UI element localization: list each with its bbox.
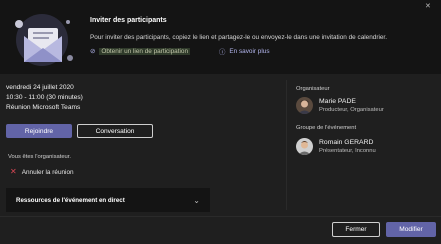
organizer-heading: Organisateur bbox=[296, 86, 330, 92]
group-member-person: Romain GERARD Présentateur, Inconnu bbox=[296, 138, 376, 155]
banner-title: Inviter des participants bbox=[90, 17, 167, 24]
member-role: Présentateur, Inconnu bbox=[319, 148, 376, 154]
get-join-link-button[interactable]: ⊘ Obtenir un lien de participation bbox=[90, 47, 191, 55]
learn-more-label: En savoir plus bbox=[229, 48, 270, 55]
info-icon: ⓘ bbox=[219, 49, 226, 56]
meeting-date: vendredi 24 juillet 2020 bbox=[6, 84, 74, 91]
edit-button[interactable]: Modifier bbox=[386, 222, 436, 237]
divider bbox=[286, 80, 287, 210]
live-event-resources-expander[interactable]: Ressources de l'événement en direct ⌄ bbox=[6, 188, 210, 212]
member-name: Romain GERARD bbox=[319, 139, 374, 146]
meeting-type: Réunion Microsoft Teams bbox=[6, 104, 81, 111]
organizer-person: Marie PADE Producteur, Organisateur bbox=[296, 97, 384, 114]
event-group-heading: Groupe de l'événement bbox=[296, 125, 357, 131]
resources-label: Ressources de l'événement en direct bbox=[16, 196, 125, 204]
cancel-meeting-button[interactable]: ✕ Annuler la réunion bbox=[10, 168, 74, 176]
cancel-icon: ✕ bbox=[10, 167, 17, 176]
invite-envelope-illustration bbox=[15, 14, 73, 66]
invite-banner: ✕ Inviter des participants Pour inviter … bbox=[0, 0, 441, 74]
chevron-down-icon: ⌄ bbox=[193, 195, 200, 205]
learn-more-link[interactable]: ⓘ En savoir plus bbox=[219, 47, 270, 56]
banner-description: Pour inviter des participants, copiez le… bbox=[90, 34, 387, 41]
close-icon[interactable]: ✕ bbox=[425, 3, 431, 10]
avatar bbox=[296, 138, 313, 155]
cancel-meeting-label: Annuler la réunion bbox=[21, 168, 74, 176]
meeting-time: 10:30 - 11:00 (30 minutes) bbox=[6, 94, 83, 101]
organizer-role: Producteur, Organisateur bbox=[319, 107, 384, 113]
get-join-link-label: Obtenir un lien de participation bbox=[99, 47, 191, 55]
join-button[interactable]: Rejoindre bbox=[6, 124, 72, 138]
conversation-button[interactable]: Conversation bbox=[77, 124, 153, 138]
link-icon: ⊘ bbox=[90, 48, 96, 55]
organizer-note: Vous êtes l'organisateur. bbox=[8, 154, 71, 160]
organizer-name: Marie PADE bbox=[319, 98, 356, 105]
close-button[interactable]: Fermer bbox=[332, 222, 380, 237]
avatar bbox=[296, 97, 313, 114]
footer-divider bbox=[0, 216, 441, 217]
